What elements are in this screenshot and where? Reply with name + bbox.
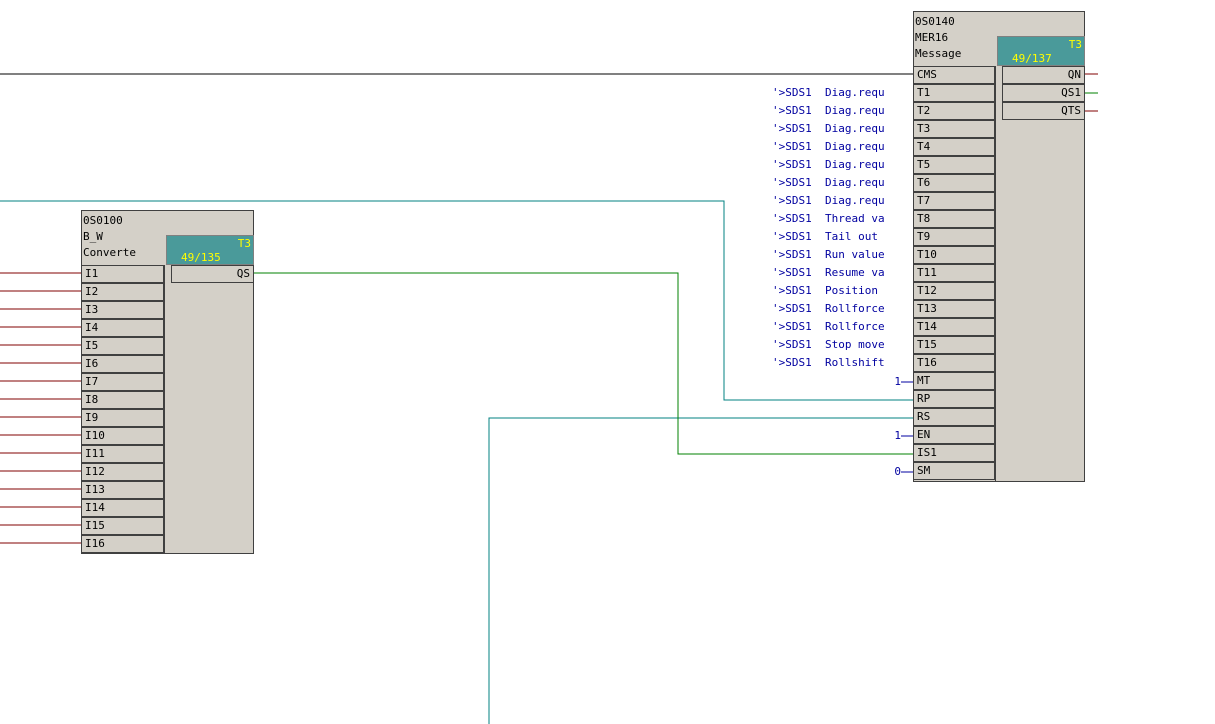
input-pin-i1[interactable]: I1 (81, 265, 164, 283)
signal-label[interactable]: '>SDS1 Tail out (772, 228, 878, 246)
const-mt[interactable]: 1 (889, 373, 901, 391)
input-pin-cms[interactable]: CMS (913, 66, 995, 84)
input-pin-i13[interactable]: I13 (81, 481, 164, 499)
block-comment: Message (915, 47, 962, 60)
input-pin-i16[interactable]: I16 (81, 535, 164, 553)
signal-label[interactable]: '>SDS1 Position (772, 282, 878, 300)
input-pin-i3[interactable]: I3 (81, 301, 164, 319)
input-pin-t6[interactable]: T6 (913, 174, 995, 192)
signal-label[interactable]: '>SDS1 Run value (772, 246, 885, 264)
block-id: 0S0140 (915, 15, 955, 28)
input-pin-t2[interactable]: T2 (913, 102, 995, 120)
input-pin-i2[interactable]: I2 (81, 283, 164, 301)
left-input-wires (0, 272, 81, 544)
input-pin-i5[interactable]: I5 (81, 337, 164, 355)
signal-label[interactable]: '>SDS1 Rollforce (772, 318, 885, 336)
signal-label[interactable]: '>SDS1 Diag.requ (772, 138, 885, 156)
input-pin-t15[interactable]: T15 (913, 336, 995, 354)
output-pin-qts[interactable]: QTS (1002, 102, 1085, 120)
input-pin-sm[interactable]: SM (913, 462, 995, 480)
input-pin-is1[interactable]: IS1 (913, 444, 995, 462)
input-pin-en[interactable]: EN (913, 426, 995, 444)
input-pin-i10[interactable]: I10 (81, 427, 164, 445)
signal-label[interactable]: '>SDS1 Thread va (772, 210, 885, 228)
input-pin-t9[interactable]: T9 (913, 228, 995, 246)
input-pin-t11[interactable]: T11 (913, 264, 995, 282)
output-pin-qs[interactable]: QS (171, 265, 254, 283)
input-pin-t5[interactable]: T5 (913, 156, 995, 174)
signal-label[interactable]: '>SDS1 Diag.requ (772, 102, 885, 120)
task-label: T3 (237, 237, 251, 250)
input-pin-t13[interactable]: T13 (913, 300, 995, 318)
input-pin-i8[interactable]: I8 (81, 391, 164, 409)
output-pin-qn[interactable]: QN (1002, 66, 1085, 84)
function-block-mer16[interactable]: 0S0140 MER16 Message T3 49/137 CMS T1 T2 T3… (913, 11, 1085, 482)
signal-label[interactable]: '>SDS1 Diag.requ (772, 174, 885, 192)
input-pin-i6[interactable]: I6 (81, 355, 164, 373)
signal-label[interactable]: '>SDS1 Diag.requ (772, 84, 885, 102)
input-pin-i7[interactable]: I7 (81, 373, 164, 391)
run-order: 49/137 (1012, 52, 1052, 65)
input-pin-i14[interactable]: I14 (81, 499, 164, 517)
function-block-b-w[interactable]: 0S0100 B_W Converte T3 49/135 I1 I2 I3 I4 I5… (81, 210, 254, 554)
signal-label[interactable]: '>SDS1 Diag.requ (772, 156, 885, 174)
signal-label[interactable]: '>SDS1 Diag.requ (772, 192, 885, 210)
const-en[interactable]: 1 (889, 427, 901, 445)
block-type: B_W (83, 230, 103, 243)
signal-label[interactable]: '>SDS1 Diag.requ (772, 120, 885, 138)
task-box: T3 49/135 (166, 235, 254, 265)
block-comment: Converte (83, 246, 136, 259)
task-label: T3 (1068, 38, 1082, 51)
wire-rs (488, 417, 913, 724)
input-pin-t3[interactable]: T3 (913, 120, 995, 138)
output-pin-qs1[interactable]: QS1 (1002, 84, 1085, 102)
block-divider (995, 66, 996, 482)
input-pin-i11[interactable]: I11 (81, 445, 164, 463)
task-box: T3 49/137 (997, 36, 1085, 66)
signal-label[interactable]: '>SDS1 Resume va (772, 264, 885, 282)
signal-label[interactable]: '>SDS1 Rollforce (772, 300, 885, 318)
input-pin-t16[interactable]: T16 (913, 354, 995, 372)
block-id: 0S0100 (83, 214, 123, 227)
input-pin-i12[interactable]: I12 (81, 463, 164, 481)
input-pin-i4[interactable]: I4 (81, 319, 164, 337)
run-order: 49/135 (181, 251, 221, 264)
signal-label[interactable]: '>SDS1 Rollshift (772, 354, 885, 372)
input-pin-t1[interactable]: T1 (913, 84, 995, 102)
input-pin-t12[interactable]: T12 (913, 282, 995, 300)
input-pin-rp[interactable]: RP (913, 390, 995, 408)
input-pin-rs[interactable]: RS (913, 408, 995, 426)
const-sm[interactable]: 0 (889, 463, 901, 481)
input-pin-t7[interactable]: T7 (913, 192, 995, 210)
block-type: MER16 (915, 31, 949, 44)
input-pin-t14[interactable]: T14 (913, 318, 995, 336)
input-pin-i15[interactable]: I15 (81, 517, 164, 535)
input-pin-mt[interactable]: MT (913, 372, 995, 390)
input-pin-t10[interactable]: T10 (913, 246, 995, 264)
input-pin-i9[interactable]: I9 (81, 409, 164, 427)
signal-label[interactable]: '>SDS1 Stop move (772, 336, 885, 354)
input-pin-t4[interactable]: T4 (913, 138, 995, 156)
input-pin-t8[interactable]: T8 (913, 210, 995, 228)
block-divider (164, 265, 165, 554)
